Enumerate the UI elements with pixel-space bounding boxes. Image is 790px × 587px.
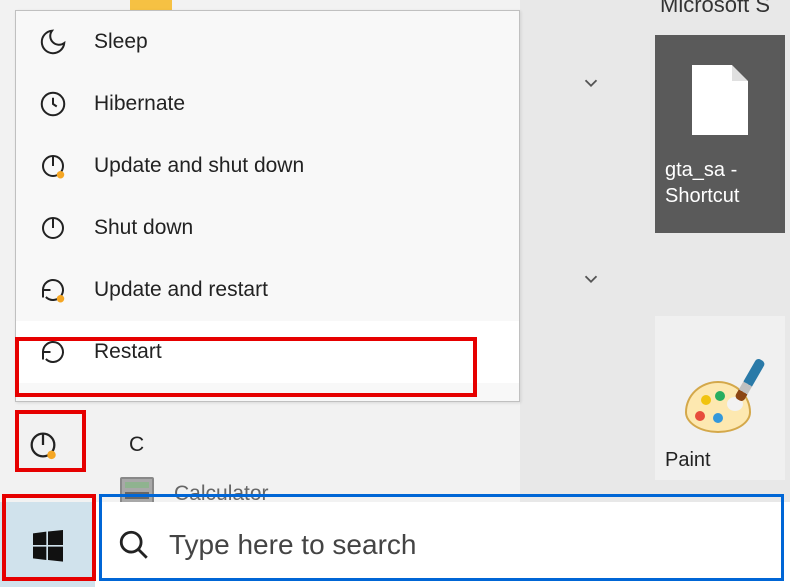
taskbar: Type here to search [0,502,790,587]
restart-update-icon [38,275,68,305]
update-shutdown-menu-item[interactable]: Update and shut down [16,135,519,197]
shutdown-label: Shut down [94,216,193,240]
power-options-menu: Sleep Hibernate Update and shut down [15,10,520,402]
apps-letter-header[interactable]: C [129,433,144,457]
hibernate-label: Hibernate [94,92,185,116]
windows-logo-icon [28,525,68,565]
update-restart-label: Update and restart [94,278,268,302]
update-shutdown-label: Update and shut down [94,154,304,178]
restart-menu-item[interactable]: Restart [16,321,519,383]
clock-icon [38,89,68,119]
start-apps-area: C Calculator [0,410,790,514]
file-icon [692,65,748,135]
start-button[interactable] [0,502,95,587]
restart-icon [38,337,68,367]
gta-tile-label: gta_sa - Shortcut [665,157,739,209]
hibernate-menu-item[interactable]: Hibernate [16,73,519,135]
sleep-menu-item[interactable]: Sleep [16,11,519,73]
sleep-label: Sleep [94,30,148,54]
restart-label: Restart [94,340,162,364]
shutdown-menu-item[interactable]: Shut down [16,197,519,259]
search-icon [117,528,151,562]
search-bar[interactable]: Type here to search [95,502,790,587]
partial-tile-label: Microsoft S [660,0,770,18]
moon-icon [38,27,68,57]
update-restart-menu-item[interactable]: Update and restart [16,259,519,321]
power-update-icon [38,151,68,181]
power-icon [38,213,68,243]
power-button[interactable] [0,428,85,462]
gta-shortcut-tile[interactable]: gta_sa - Shortcut [655,35,785,233]
chevron-down-icon[interactable] [580,72,602,94]
search-placeholder: Type here to search [169,529,416,561]
chevron-down-icon[interactable] [580,268,602,290]
